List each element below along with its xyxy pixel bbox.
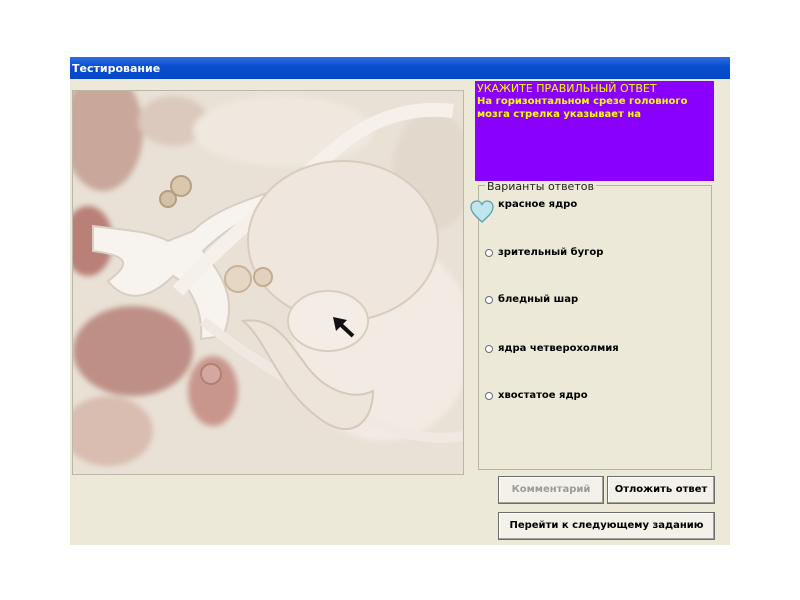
radio-button[interactable] [485, 345, 493, 353]
answer-option-4[interactable]: ядра четверохолмия [485, 342, 705, 358]
postpone-answer-button[interactable]: Отложить ответ [607, 476, 715, 504]
title-bar: Тестирование [70, 57, 730, 79]
answer-option-5[interactable]: хвостатое ядро [485, 389, 705, 405]
question-panel: УКАЖИТЕ ПРАВИЛЬНЫЙ ОТВЕТ На горизонтальн… [475, 81, 714, 181]
radio-button[interactable] [485, 296, 493, 304]
comment-button[interactable]: Комментарий [498, 476, 604, 504]
answer-option-label: бледный шар [498, 294, 579, 305]
test-window: Тестирование УКАЖИТЕ ПРАВИЛЬНЫЙ ОТВЕТ На… [70, 57, 730, 545]
answer-option-label: зрительный бугор [498, 247, 604, 258]
question-text: На горизонтальном срезе головного мозга … [477, 96, 688, 120]
brain-slice-image [72, 90, 464, 475]
answer-option-2[interactable]: зрительный бугор [485, 246, 705, 262]
radio-button[interactable] [485, 249, 493, 257]
next-question-button[interactable]: Перейти к следующему заданию [498, 512, 715, 540]
answer-group-title: Варианты ответов [485, 180, 596, 193]
window-title: Тестирование [72, 62, 161, 75]
answer-option-3[interactable]: бледный шар [485, 293, 705, 309]
answer-option-label: красное ядро [498, 199, 578, 210]
answer-option-label: ядра четверохолмия [498, 343, 619, 354]
radio-button[interactable] [485, 392, 493, 400]
brain-slice-photo [73, 91, 463, 474]
heart-icon[interactable] [469, 200, 495, 224]
answer-option-1[interactable]: красное ядро [485, 198, 705, 214]
question-heading: УКАЖИТЕ ПРАВИЛЬНЫЙ ОТВЕТ [477, 82, 657, 95]
answer-options-group: Варианты ответов красное ядро зрительный… [478, 181, 712, 470]
answer-option-label: хвостатое ядро [498, 390, 588, 401]
